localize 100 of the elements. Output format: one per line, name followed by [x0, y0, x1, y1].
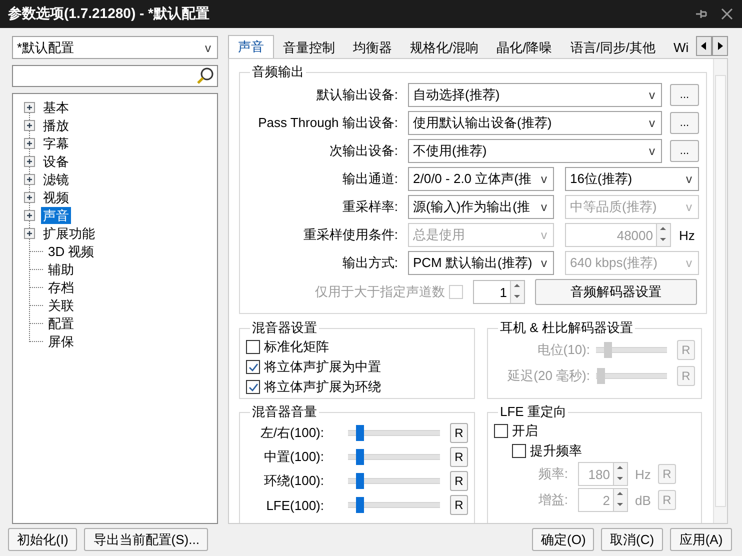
expand-icon[interactable] [24, 228, 35, 238]
dropdown[interactable]: PCM 默认输出(推荐) v [408, 251, 554, 275]
tab-scroll-left-button[interactable] [696, 36, 712, 56]
checkbox[interactable] [246, 380, 260, 394]
tree-item[interactable]: 存档 [46, 278, 76, 296]
slider-thumb[interactable] [356, 497, 364, 513]
dropdown[interactable]: 源(输入)作为输出(推 v [408, 195, 554, 219]
tab[interactable]: 语言/同步/其他 [561, 38, 664, 58]
tree-item[interactable]: 声音 [41, 206, 71, 224]
tab[interactable]: 音量控制 [274, 38, 344, 58]
dropdown[interactable]: 自动选择(推荐) v [408, 83, 662, 107]
tree-item[interactable]: 3D 视频 [46, 242, 96, 260]
slider-label: 左/右(100): [259, 424, 324, 442]
tab-scroll-right-button[interactable] [712, 36, 728, 56]
spin-up-button[interactable] [511, 281, 524, 292]
field-label: 频率: [537, 465, 568, 483]
group-title: 耳机 & 杜比解码器设置 [499, 319, 634, 337]
field-label: 默认输出设备: [315, 86, 398, 104]
checkbox[interactable] [494, 424, 508, 438]
checkbox-label: 开启 [512, 422, 538, 440]
left-arrow-icon [701, 42, 707, 50]
search-icon[interactable] [196, 67, 214, 85]
footer-button[interactable]: 初始化(I) [8, 528, 78, 551]
spin-down-button[interactable] [614, 500, 627, 511]
scrollbar[interactable] [713, 59, 727, 523]
unit-label: dB [634, 492, 652, 508]
tree-item[interactable]: 配置 [46, 314, 76, 332]
checkbox-label: 标准化矩阵 [264, 338, 329, 356]
checkbox[interactable] [246, 340, 260, 354]
tree-item[interactable]: 基本 [41, 98, 71, 116]
tree-item[interactable]: 视频 [41, 188, 71, 206]
reset-button[interactable]: R [450, 471, 468, 491]
field-label: 次输出设备: [328, 142, 398, 160]
expand-icon[interactable] [24, 138, 35, 148]
pin-icon[interactable] [694, 7, 708, 21]
expand-icon[interactable] [24, 210, 35, 220]
slider-thumb[interactable] [356, 425, 364, 441]
expand-icon[interactable] [24, 120, 35, 130]
browse-button[interactable]: ... [670, 140, 699, 162]
tab[interactable]: 晶化/降噪 [488, 38, 562, 58]
tree-item[interactable]: 扩展功能 [41, 224, 97, 242]
field-label: 输出方式: [341, 254, 398, 272]
slider-label: LFE(100): [265, 498, 324, 512]
spin-down-button[interactable] [511, 292, 524, 303]
group-title: LFE 重定向 [499, 403, 568, 421]
spin-up-button[interactable] [614, 463, 627, 474]
tab[interactable]: 声音 [228, 35, 274, 58]
field-label: 增益: [537, 491, 568, 509]
unit-label: Hz [634, 466, 652, 482]
tree-item[interactable]: 关联 [46, 296, 76, 314]
expand-icon[interactable] [24, 192, 35, 202]
search-field[interactable] [12, 65, 218, 87]
window-title: 参数选项(1.7.21280) - *默认配置 [8, 5, 210, 23]
tab[interactable]: 均衡器 [344, 38, 401, 58]
right-arrow-icon [717, 42, 723, 50]
slider-label: 延迟(20 毫秒): [506, 367, 590, 385]
browse-button[interactable]: ... [670, 112, 699, 134]
tree-item[interactable]: 屏保 [46, 332, 76, 350]
tree-item[interactable]: 播放 [41, 116, 71, 134]
profile-dropdown[interactable]: *默认配置 v [12, 36, 218, 59]
tree-item[interactable]: 字幕 [41, 134, 71, 152]
reset-button[interactable]: R [450, 495, 468, 515]
spin-up-button[interactable] [614, 489, 627, 500]
field-label: 重采样率: [341, 198, 398, 216]
footer-button[interactable]: 应用(A) [670, 528, 732, 551]
checkbox-label: 将立体声扩展为中置 [264, 358, 381, 376]
tab[interactable]: Wi [664, 38, 696, 58]
slider-thumb[interactable] [356, 473, 364, 489]
group-title: 混音器设置 [251, 319, 318, 337]
checkbox-label: 仅用于大于指定声道数 [315, 283, 445, 301]
expand-icon[interactable] [24, 102, 35, 112]
tree-item[interactable]: 滤镜 [41, 170, 71, 188]
field-label: 重采样使用条件: [302, 226, 398, 244]
scrollbar-thumb[interactable] [715, 75, 726, 507]
dropdown[interactable]: 不使用(推荐) v [408, 139, 662, 163]
reset-button[interactable]: R [450, 423, 468, 443]
dropdown[interactable]: 2/0/0 - 2.0 立体声(推 v [408, 167, 554, 191]
footer-button[interactable]: 确定(O) [532, 528, 594, 551]
checkbox[interactable] [246, 360, 260, 374]
checkbox[interactable] [512, 444, 526, 458]
slider-label: 中置(100): [263, 448, 324, 466]
group-title: 音频输出 [251, 63, 305, 81]
reset-button[interactable]: R [450, 447, 468, 467]
footer-button[interactable]: 取消(C) [601, 528, 663, 551]
browse-button[interactable]: ... [670, 84, 699, 106]
checkbox-label: 将立体声扩展为环绕 [264, 378, 381, 396]
checkbox-label: 提升频率 [530, 442, 582, 460]
footer-button[interactable]: 导出当前配置(S)... [84, 528, 208, 551]
expand-icon[interactable] [24, 156, 35, 166]
tree-item[interactable]: 设备 [41, 152, 71, 170]
field-label: Pass Through 输出设备: [257, 114, 398, 132]
close-icon[interactable] [720, 7, 734, 21]
slider-label: 电位(10): [536, 341, 590, 359]
tree-item[interactable]: 辅助 [46, 260, 76, 278]
expand-icon[interactable] [24, 174, 35, 184]
slider-thumb[interactable] [356, 449, 364, 465]
dropdown[interactable]: 16位(推荐) v [565, 167, 699, 191]
tab[interactable]: 规格化/混响 [401, 38, 488, 58]
spin-down-button[interactable] [614, 474, 627, 485]
dropdown[interactable]: 使用默认输出设备(推荐) v [408, 111, 662, 135]
